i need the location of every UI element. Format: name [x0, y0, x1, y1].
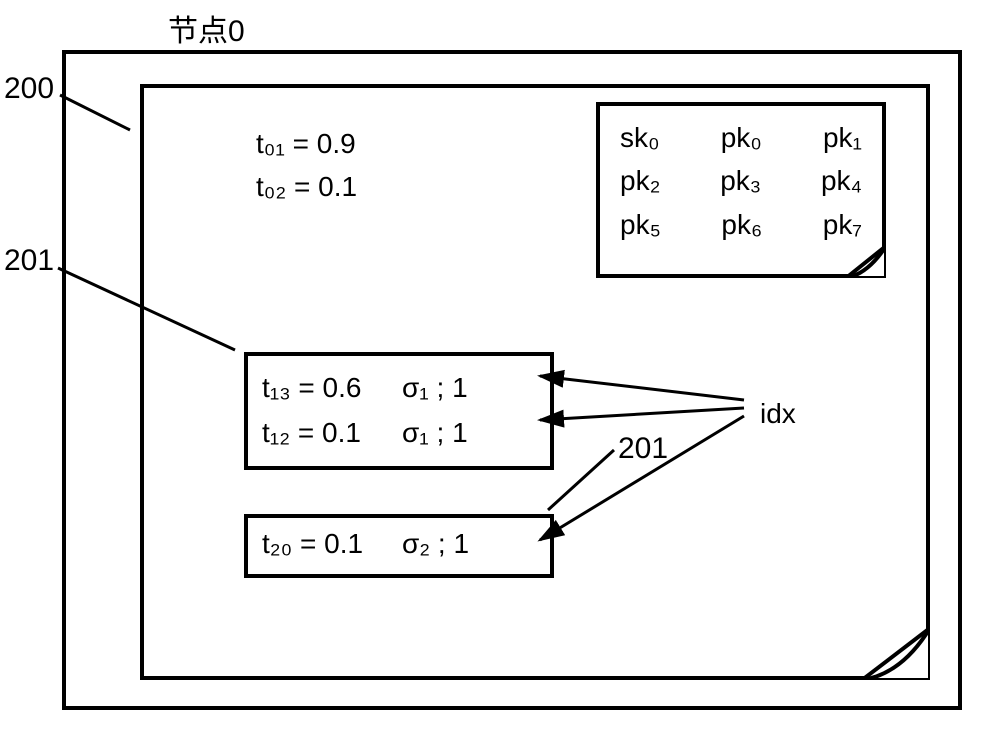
- pk6: pk₆: [721, 203, 762, 246]
- callout-201b: 201: [618, 432, 668, 466]
- t02: t₀₂ = 0.1: [256, 165, 357, 208]
- msg-box-1-row-1: t₁₃ = 0.6 σ₁ ; 1: [262, 366, 536, 411]
- keys-fold-icon: [846, 246, 886, 278]
- outer-box: t₀₁ = 0.9 t₀₂ = 0.1 sk₀ pk₀ pk₁ pk₂ pk₃ …: [62, 50, 962, 710]
- pk2: pk₂: [620, 159, 660, 202]
- sk0: sk₀: [620, 116, 660, 159]
- trust-values: t₀₁ = 0.9 t₀₂ = 0.1: [256, 122, 357, 209]
- inner-sheet: t₀₁ = 0.9 t₀₂ = 0.1 sk₀ pk₀ pk₁ pk₂ pk₃ …: [140, 84, 930, 680]
- t01: t₀₁ = 0.9: [256, 122, 357, 165]
- callout-200: 200: [4, 72, 54, 106]
- pk3: pk₃: [720, 159, 761, 202]
- pk4: pk₄: [821, 159, 862, 202]
- idx-label: idx: [760, 398, 796, 430]
- sigma1-b: σ₁ ; 1: [402, 411, 468, 456]
- pk5: pk₅: [620, 203, 661, 246]
- callout-201a: 201: [4, 244, 54, 278]
- sigma2: σ₂ ; 1: [402, 528, 469, 560]
- pk7: pk₇: [823, 203, 862, 246]
- inner-fold-icon: [862, 628, 930, 680]
- keys-row-2: pk₂ pk₃ pk₄: [620, 159, 862, 202]
- pk1: pk₁: [823, 116, 862, 159]
- msg-box-2-row-1: t₂₀ = 0.1 σ₂ ; 1: [262, 528, 536, 560]
- keys-box: sk₀ pk₀ pk₁ pk₂ pk₃ pk₄ pk₅ pk₆ pk₇: [596, 102, 886, 278]
- sigma1-a: σ₁ ; 1: [402, 366, 468, 411]
- msg-box-1: t₁₃ = 0.6 σ₁ ; 1 t₁₂ = 0.1 σ₁ ; 1: [244, 352, 554, 470]
- t13: t₁₃ = 0.6: [262, 366, 402, 411]
- msg-box-1-row-2: t₁₂ = 0.1 σ₁ ; 1: [262, 411, 536, 456]
- t12: t₁₂ = 0.1: [262, 411, 402, 456]
- keys-row-1: sk₀ pk₀ pk₁: [620, 116, 862, 159]
- t20: t₂₀ = 0.1: [262, 528, 402, 560]
- msg-box-2: t₂₀ = 0.1 σ₂ ; 1: [244, 514, 554, 578]
- diagram-title: 节点0: [168, 6, 245, 50]
- pk0: pk₀: [721, 116, 762, 159]
- keys-row-3: pk₅ pk₆ pk₇: [620, 203, 862, 246]
